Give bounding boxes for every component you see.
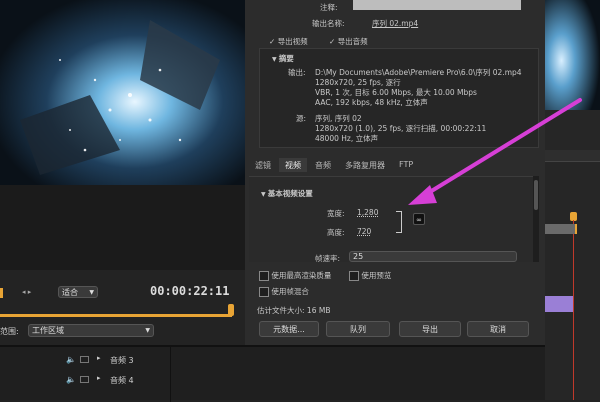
annotation-arrow [408,98,582,205]
